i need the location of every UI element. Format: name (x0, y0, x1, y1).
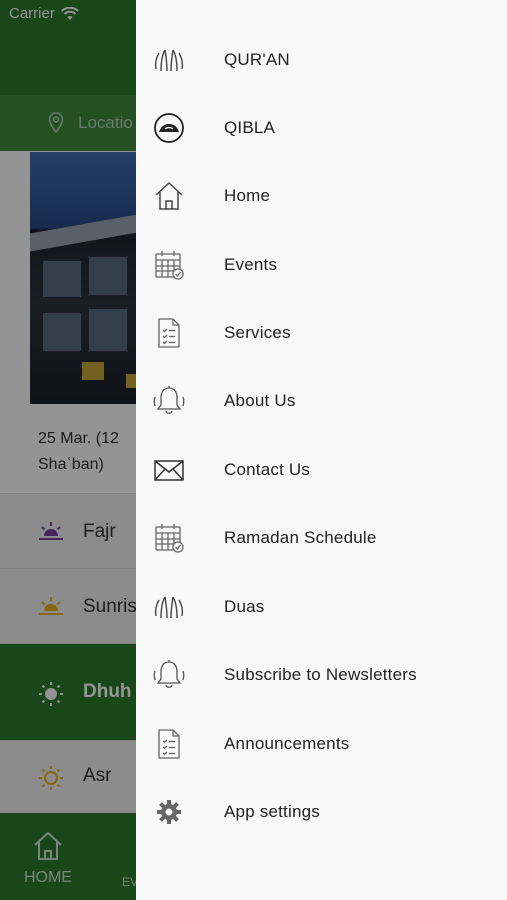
menu-item-subscribe-newsletters[interactable]: Subscribe to Newsletters (136, 641, 507, 709)
menu-item-label: Home (224, 186, 271, 205)
navigation-drawer: QUR'AN QIBLA Home Events Services About … (136, 0, 507, 900)
calendar-icon (152, 521, 186, 555)
gear-icon (152, 795, 186, 829)
menu-item-label: App settings (224, 802, 320, 821)
menu-item-label: Duas (224, 597, 265, 616)
praying-hands-icon (152, 590, 186, 624)
menu-item-duas[interactable]: Duas (136, 573, 507, 641)
menu-item-announcements[interactable]: Announcements (136, 710, 507, 778)
home-icon (152, 179, 186, 213)
qibla-icon (152, 111, 186, 145)
menu-item-qibla[interactable]: QIBLA (136, 94, 507, 162)
menu-item-label: Events (224, 255, 278, 274)
praying-hands-icon (152, 43, 186, 77)
menu-item-ramadan-schedule[interactable]: Ramadan Schedule (136, 504, 507, 572)
menu-item-services[interactable]: Services (136, 299, 507, 367)
menu-item-events[interactable]: Events (136, 231, 507, 299)
menu-item-label: Announcements (224, 734, 350, 753)
menu-item-contact-us[interactable]: Contact Us (136, 436, 507, 504)
menu-item-label: About Us (224, 391, 296, 410)
menu-item-label: QUR'AN (224, 50, 290, 69)
envelope-icon (152, 453, 186, 487)
menu-item-label: Subscribe to Newsletters (224, 665, 417, 684)
menu-item-about-us[interactable]: About Us (136, 367, 507, 435)
bell-icon (152, 658, 186, 692)
menu-item-label: Services (224, 323, 291, 342)
calendar-icon (152, 248, 186, 282)
bell-icon (152, 384, 186, 418)
menu-item-label: QIBLA (224, 118, 276, 137)
document-list-icon (152, 727, 186, 761)
menu-item-quran[interactable]: QUR'AN (136, 26, 507, 94)
menu-item-app-settings[interactable]: App settings (136, 778, 507, 846)
document-list-icon (152, 316, 186, 350)
menu-item-label: Contact Us (224, 460, 311, 479)
menu-item-home[interactable]: Home (136, 162, 507, 230)
menu-item-label: Ramadan Schedule (224, 528, 377, 547)
